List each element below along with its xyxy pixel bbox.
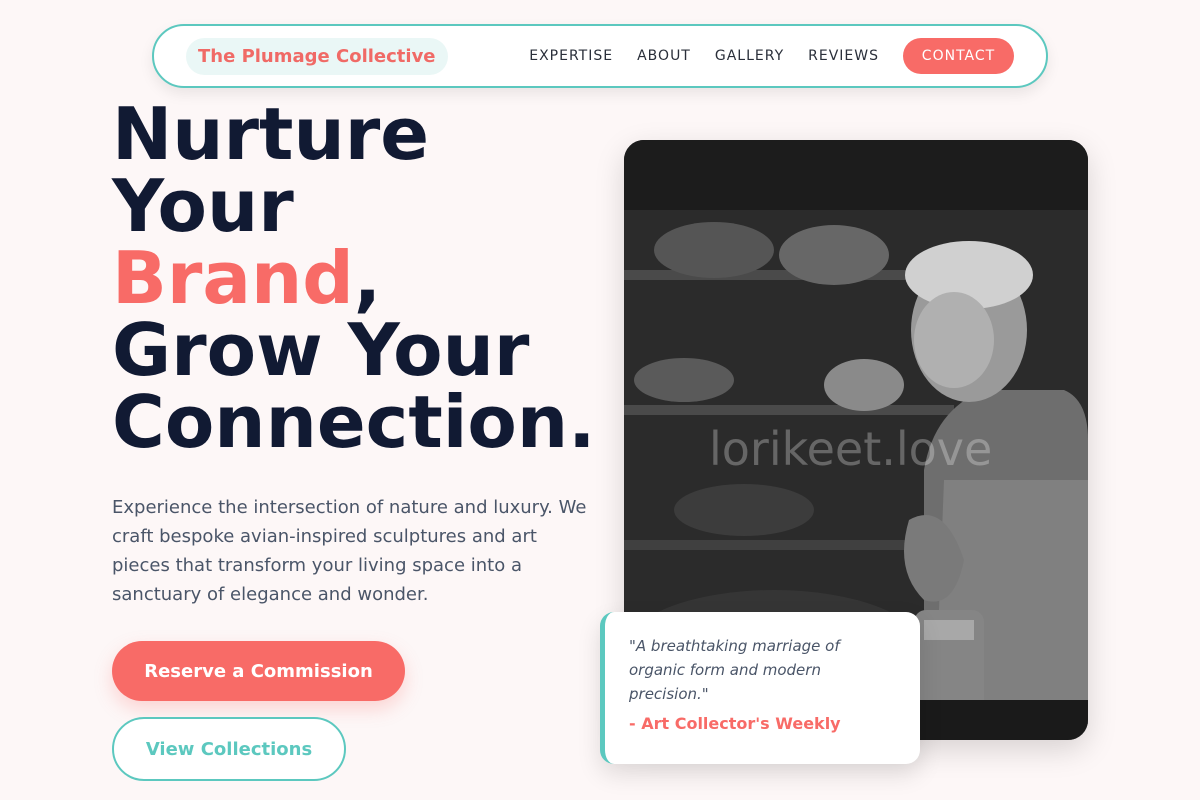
view-collections-button[interactable]: View Collections [112, 717, 346, 781]
nav-links: EXPERTISE ABOUT GALLERY REVIEWS CONTACT [529, 38, 1014, 74]
hero-title-line: Brand, [112, 242, 596, 314]
nav-link-about[interactable]: ABOUT [637, 48, 691, 64]
testimonial-card: "A breathtaking marriage of organic form… [600, 612, 920, 764]
nav-link-expertise[interactable]: EXPERTISE [529, 48, 613, 64]
hero-description: Experience the intersection of nature an… [112, 497, 587, 605]
testimonial-source: - Art Collector's Weekly [629, 714, 841, 733]
top-navigation: The Plumage Collective EXPERTISE ABOUT G… [152, 24, 1048, 88]
contact-button[interactable]: CONTACT [903, 38, 1014, 74]
nav-link-reviews[interactable]: REVIEWS [808, 48, 879, 64]
image-watermark: lorikeet.love [709, 422, 993, 476]
hero-title: Nurture Your Brand, Grow Your Connection… [112, 98, 596, 458]
brand-logo[interactable]: The Plumage Collective [186, 37, 448, 75]
nav-link-gallery[interactable]: GALLERY [715, 48, 784, 64]
hero-title-line: Connection. [112, 380, 596, 464]
testimonial-quote: "A breathtaking marriage of organic form… [629, 637, 840, 703]
hero-title-line: Nurture [112, 92, 430, 176]
hero-title-line: Grow Your [112, 308, 530, 392]
reserve-commission-button[interactable]: Reserve a Commission [112, 641, 405, 701]
hero-title-line: Your [112, 164, 294, 248]
